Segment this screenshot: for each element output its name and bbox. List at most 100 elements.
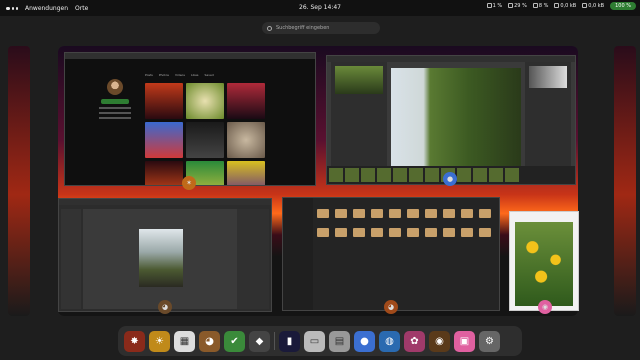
places-menu[interactable]: Orte <box>75 5 88 12</box>
browser-window[interactable]: Posts Photos Videos Likes Saved <box>64 52 316 186</box>
folder-icon[interactable] <box>479 209 491 218</box>
folder-icon[interactable] <box>389 209 401 218</box>
photo-thumbnail[interactable] <box>145 161 183 185</box>
canvas-area[interactable] <box>83 209 237 309</box>
memory-icon <box>508 3 514 8</box>
canvas-image <box>139 229 183 287</box>
tab-posts[interactable]: Posts <box>145 73 153 77</box>
upload-indicator[interactable]: 0,0 kB <box>582 3 604 9</box>
image-editor-window[interactable] <box>58 198 272 312</box>
photo-thumbnail[interactable] <box>145 122 183 158</box>
filmstrip-thumb[interactable] <box>345 168 359 182</box>
filmstrip-thumb[interactable] <box>457 168 471 182</box>
folder-icon[interactable] <box>353 209 365 218</box>
tux-app-icon[interactable]: ◆ <box>249 330 270 352</box>
filmstrip-thumb[interactable] <box>361 168 375 182</box>
workspace-left-thumbnail[interactable] <box>8 46 30 316</box>
battery-status[interactable]: 100 % <box>610 2 636 10</box>
image-app-icon[interactable]: ▣ <box>454 330 475 352</box>
folder-icon[interactable] <box>461 209 473 218</box>
disk-app-icon[interactable]: ▤ <box>329 330 350 352</box>
filmstrip-thumb[interactable] <box>329 168 343 182</box>
pet-app-icon[interactable]: ◕ <box>199 330 220 352</box>
tab-saved[interactable]: Saved <box>204 73 213 77</box>
tab-photos[interactable]: Photos <box>159 73 169 77</box>
camera-app-icon[interactable]: ◉ <box>429 330 450 352</box>
folder-icon[interactable] <box>371 209 383 218</box>
filmstrip-thumb[interactable] <box>393 168 407 182</box>
folder-icon[interactable] <box>461 228 473 237</box>
circle-app-icon[interactable]: ● <box>354 330 375 352</box>
photo-thumbnail[interactable] <box>145 83 183 119</box>
bug-app-icon[interactable]: ✸ <box>124 330 145 352</box>
avatar[interactable] <box>107 79 123 95</box>
download-indicator[interactable]: 0,0 kB <box>554 3 576 9</box>
filmstrip-thumb[interactable] <box>377 168 391 182</box>
photo-thumbnail[interactable] <box>227 122 265 158</box>
filmstrip-thumb[interactable] <box>505 168 519 182</box>
editor-photo[interactable] <box>391 68 521 174</box>
disk-value: 8 % <box>538 3 549 9</box>
folder-icon[interactable] <box>317 228 329 237</box>
layers-panel[interactable] <box>237 209 269 309</box>
tab-likes[interactable]: Likes <box>191 73 199 77</box>
applications-menu[interactable]: Anwendungen <box>25 5 68 12</box>
cpu-value: 1 % <box>492 3 503 9</box>
folder-icon[interactable] <box>353 228 365 237</box>
workspace-right-thumbnail[interactable] <box>614 46 636 316</box>
app-badge-icon: ✶ <box>182 176 196 190</box>
folder-icon[interactable] <box>389 228 401 237</box>
filmstrip-thumb[interactable] <box>489 168 503 182</box>
sun-app-icon[interactable]: ☀ <box>149 330 170 352</box>
navigation-preview[interactable] <box>335 66 383 94</box>
folder-icon[interactable] <box>371 228 383 237</box>
profile-text <box>99 117 131 119</box>
profile-text <box>99 107 131 109</box>
image-viewer-window[interactable] <box>509 211 579 311</box>
calendar-app-icon[interactable]: ▦ <box>174 330 195 352</box>
filmstrip-thumb[interactable] <box>473 168 487 182</box>
tools-app-icon[interactable]: ⚙ <box>479 330 500 352</box>
app-badge-icon: ◕ <box>384 300 398 314</box>
toolbox-panel[interactable] <box>61 209 81 309</box>
activities-indicator[interactable] <box>6 5 18 12</box>
photo-thumbnail[interactable] <box>186 122 224 158</box>
photo-editor-window[interactable] <box>326 55 576 185</box>
folder-icon[interactable] <box>407 209 419 218</box>
folder-icon[interactable] <box>443 209 455 218</box>
folder-icon[interactable] <box>425 209 437 218</box>
monitor-app-icon[interactable]: ▭ <box>304 330 325 352</box>
folder-icon[interactable] <box>335 209 347 218</box>
folder-icon[interactable] <box>407 228 419 237</box>
checkmark-app-icon[interactable]: ✔ <box>224 330 245 352</box>
tab-videos[interactable]: Videos <box>175 73 185 77</box>
folder-icon[interactable] <box>443 228 455 237</box>
memory-indicator[interactable]: 29 % <box>508 3 527 9</box>
filmstrip-thumb[interactable] <box>425 168 439 182</box>
folder-icon[interactable] <box>317 209 329 218</box>
photo-thumbnail[interactable] <box>227 161 265 185</box>
folder-icon[interactable] <box>335 228 347 237</box>
file-manager-window[interactable] <box>282 197 500 311</box>
folder-icon[interactable] <box>425 228 437 237</box>
terminal-app-icon[interactable]: ▮ <box>279 330 300 352</box>
photo-thumbnail[interactable] <box>227 83 265 119</box>
filmstrip-thumb[interactable] <box>409 168 423 182</box>
search-icon <box>267 25 272 31</box>
search-placeholder: Suchbegriff eingeben <box>276 25 330 31</box>
folder-icon[interactable] <box>479 228 491 237</box>
window-titlebar <box>59 199 271 205</box>
cpu-icon <box>486 3 492 8</box>
app-badge-icon: ● <box>443 172 457 186</box>
disk-indicator[interactable]: 8 % <box>532 3 549 9</box>
system-tray[interactable]: 1 % 29 % 8 % 0,0 kB 0,0 kB 100 % <box>486 2 636 10</box>
file-manager-sidebar[interactable] <box>283 198 313 310</box>
photo-thumbnail[interactable] <box>186 83 224 119</box>
globe-app-icon[interactable]: ◍ <box>379 330 400 352</box>
cpu-indicator[interactable]: 1 % <box>486 3 503 9</box>
folder-grid <box>317 206 496 243</box>
rgb-app-icon[interactable]: ✿ <box>404 330 425 352</box>
memory-value: 29 % <box>514 3 527 9</box>
search-input[interactable]: Suchbegriff eingeben <box>262 22 380 34</box>
follow-button[interactable] <box>101 99 129 104</box>
